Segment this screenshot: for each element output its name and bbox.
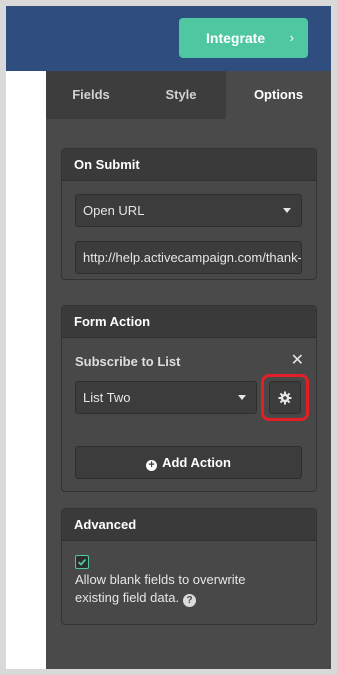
integrate-button[interactable]: Integrate › (179, 18, 308, 58)
gear-icon (278, 391, 292, 404)
subscribe-to-list-label: Subscribe to List (75, 354, 181, 369)
top-bar: Integrate › (6, 6, 331, 71)
tab-style[interactable]: Style (136, 71, 226, 119)
tab-fields[interactable]: Fields (46, 71, 136, 119)
url-input[interactable]: http://help.activecampaign.com/thank-you (75, 241, 302, 274)
form-action-header: Form Action (62, 306, 316, 338)
tab-bar: Fields Style Options (46, 71, 331, 119)
overwrite-label: Allow blank fields to overwrite existing… (75, 571, 305, 607)
options-panel: Fields Style Options On Submit Open URL … (46, 71, 331, 669)
app-frame: Integrate › Fields Style Options On Subm… (6, 6, 331, 669)
url-input-value: http://help.activecampaign.com/thank-you (83, 250, 302, 265)
plus-circle-icon: + (146, 460, 158, 471)
close-icon[interactable]: ✕ (291, 353, 304, 369)
add-action-label: Add Action (162, 455, 231, 470)
overwrite-label-line2: existing field data. (75, 590, 180, 605)
checkmark-icon (77, 558, 87, 566)
chevron-down-icon (283, 208, 291, 213)
on-submit-action-value: Open URL (83, 203, 145, 218)
tab-options[interactable]: Options (226, 71, 331, 119)
advanced-header: Advanced (62, 509, 316, 541)
on-submit-section: On Submit Open URL http://help.activecam… (61, 148, 317, 280)
overwrite-label-line1: Allow blank fields to overwrite (75, 572, 246, 587)
help-icon[interactable]: ? (183, 594, 197, 607)
add-action-button[interactable]: + Add Action (75, 446, 302, 479)
list-select-value: List Two (83, 390, 131, 405)
list-select[interactable]: List Two (75, 381, 257, 414)
on-submit-header: On Submit (62, 149, 316, 181)
chevron-down-icon (238, 395, 246, 400)
list-settings-button[interactable] (269, 381, 301, 414)
overwrite-checkbox[interactable] (75, 555, 89, 569)
chevron-right-icon: › (289, 30, 294, 45)
on-submit-action-select[interactable]: Open URL (75, 194, 302, 227)
integrate-button-label: Integrate (206, 30, 266, 46)
advanced-section: Advanced Allow blank fields to overwrite… (61, 508, 317, 625)
form-action-section: Form Action Subscribe to List ✕ List Two (61, 305, 317, 492)
